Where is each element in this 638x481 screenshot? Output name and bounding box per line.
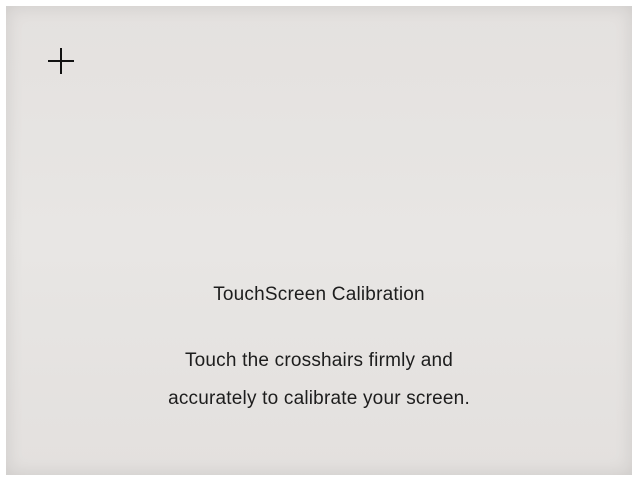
instruction-line-2: accurately to calibrate your screen. [168,388,470,409]
crosshair-icon[interactable] [46,46,76,76]
calibration-instructions: Touch the crosshairs firmly and accurate… [6,342,632,418]
crosshair-target[interactable] [46,46,76,76]
calibration-title: TouchScreen Calibration [213,284,425,305]
device-frame: TouchScreen Calibration Touch the crossh… [0,0,638,481]
instruction-line-1: Touch the crosshairs firmly and [184,350,454,371]
calibration-screen[interactable]: TouchScreen Calibration Touch the crossh… [6,6,632,475]
